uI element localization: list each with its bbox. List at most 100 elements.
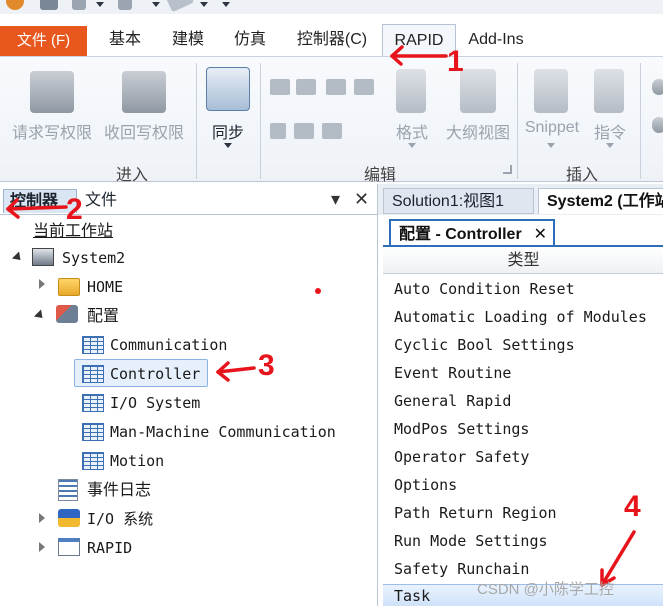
save-icon[interactable] — [40, 0, 58, 10]
controller-system-icon — [32, 248, 54, 266]
tab-controller-panel[interactable]: 控制器 — [3, 189, 77, 213]
annotation-dot — [315, 288, 321, 294]
sync-dropdown-icon[interactable] — [224, 143, 232, 148]
tab-modeling[interactable]: 建模 — [168, 24, 208, 56]
format-dropdown-icon[interactable] — [408, 143, 416, 148]
paste-icon — [322, 123, 342, 139]
type-row[interactable]: Auto Condition Reset — [394, 275, 575, 303]
tree-item-motion[interactable]: Motion — [110, 448, 164, 474]
quick-access-toolbar — [0, 0, 663, 14]
sync-button[interactable]: 同步 — [204, 119, 252, 143]
undo-icon[interactable] — [72, 0, 86, 10]
redo-dropdown-icon[interactable] — [152, 2, 160, 7]
group-separator — [517, 63, 518, 179]
tool-icon[interactable] — [165, 0, 195, 13]
request-write-button[interactable]: 请求写权限 — [8, 119, 96, 143]
current-station-link[interactable]: 当前工作站 — [33, 218, 113, 244]
config-topic-icon — [82, 336, 104, 354]
document-tab-strip: Solution1:视图1 System2 (工作站 — [378, 184, 663, 215]
type-row[interactable]: Run Mode Settings — [394, 527, 548, 555]
config-topic-icon — [82, 394, 104, 412]
tab-file[interactable]: 文件 (F) — [0, 26, 87, 56]
tab-controller[interactable]: 控制器(C) — [294, 24, 370, 56]
expand-system-icon[interactable] — [11, 251, 25, 264]
tree-item-rapid[interactable]: RAPID — [87, 535, 132, 561]
config-topic-icon — [82, 423, 104, 441]
tab-rapid[interactable]: RAPID — [382, 24, 456, 57]
redo-icon[interactable] — [118, 0, 132, 10]
snippet-button[interactable]: Snippet — [522, 119, 582, 137]
snippet-dropdown-icon[interactable] — [547, 143, 555, 148]
app-logo-icon[interactable] — [6, 0, 24, 10]
doc-tab-close-icon[interactable]: ✕ — [534, 221, 547, 248]
tree-item-config[interactable]: 配置 — [87, 303, 119, 329]
format-button[interactable]: 格式 — [388, 119, 436, 143]
outline-view-icon — [460, 69, 496, 113]
tree-item-io[interactable]: I/O 系统 — [87, 506, 153, 532]
overflow-icon — [652, 117, 663, 133]
tree-item-io-system[interactable]: I/O System — [110, 390, 200, 416]
tool-dropdown-icon[interactable] — [200, 2, 208, 7]
release-write-icon — [122, 71, 166, 113]
group-separator — [260, 63, 261, 179]
group-separator — [640, 63, 641, 179]
tree-item-system[interactable]: System2 — [62, 245, 125, 271]
tab-system2-station[interactable]: System2 (工作站 — [538, 188, 663, 214]
indent-icon — [270, 79, 290, 95]
format-icon — [396, 69, 426, 113]
request-write-icon — [30, 71, 74, 113]
instruction-button[interactable]: 指令 — [588, 119, 632, 143]
tree-item-communication[interactable]: Communication — [110, 332, 227, 358]
panel-close-icon[interactable]: ✕ — [354, 189, 369, 210]
edit-group-launcher-icon[interactable] — [503, 165, 512, 174]
type-row[interactable]: Operator Safety — [394, 443, 529, 471]
outdent-icon — [296, 79, 316, 95]
config-topic-icon — [82, 365, 104, 383]
group-label-access: 进入 — [115, 167, 148, 184]
undo-dropdown-icon[interactable] — [96, 2, 104, 7]
rapid-window-icon — [58, 538, 80, 556]
tab-config-controller[interactable]: 配置 - Controller ✕ — [389, 219, 555, 246]
cut-icon — [270, 123, 286, 139]
tree-item-event-log[interactable]: 事件日志 — [87, 477, 151, 503]
expand-rapid-icon[interactable] — [39, 542, 47, 552]
tree-item-man-machine[interactable]: Man-Machine Communication — [110, 419, 336, 445]
expand-io-icon[interactable] — [39, 513, 47, 523]
type-row[interactable]: Event Routine — [394, 359, 511, 387]
uncomment-icon — [354, 79, 374, 95]
tab-home[interactable]: 基本 — [105, 24, 145, 56]
type-column-header[interactable]: 类型 — [383, 247, 663, 274]
type-row-task[interactable]: Task — [394, 583, 430, 606]
tree-item-controller[interactable]: Controller — [110, 361, 200, 387]
tree-item-home[interactable]: HOME — [87, 274, 123, 300]
folder-icon — [58, 278, 80, 296]
comment-icon — [326, 79, 346, 95]
type-row[interactable]: General Rapid — [394, 387, 511, 415]
customize-qat-icon[interactable] — [222, 2, 230, 7]
tab-addins[interactable]: Add-Ins — [466, 24, 526, 56]
instruction-icon — [594, 69, 624, 113]
panel-menu-icon[interactable]: ▾ — [331, 189, 340, 210]
type-row[interactable]: Options — [394, 471, 457, 499]
overflow-icon — [652, 79, 663, 95]
group-separator — [196, 63, 197, 179]
expand-config-icon[interactable] — [33, 309, 47, 322]
type-row[interactable]: Automatic Loading of Modules — [394, 303, 647, 331]
ribbon: 请求写权限 收回写权限 同步 进入 格式 大纲视图 编辑 Snippet 指令 … — [0, 56, 663, 184]
outline-view-button[interactable]: 大纲视图 — [442, 119, 514, 143]
tab-solution-view[interactable]: Solution1:视图1 — [383, 188, 534, 214]
release-write-button[interactable]: 收回写权限 — [100, 119, 188, 143]
expand-home-icon[interactable] — [39, 279, 47, 289]
ribbon-tab-bar: 文件 (F) 基本 建模 仿真 控制器(C) RAPID Add-Ins — [0, 14, 663, 57]
type-row[interactable]: Path Return Region — [394, 499, 557, 527]
tab-simulation[interactable]: 仿真 — [230, 24, 270, 56]
configuration-icon — [56, 305, 78, 323]
watermark: CSDN @小陈学工控 — [477, 581, 614, 598]
group-label-insert: 插入 — [565, 167, 598, 184]
tab-files-panel[interactable]: 文件 — [79, 189, 123, 213]
snippet-icon — [534, 69, 568, 113]
type-row[interactable]: Cyclic Bool Settings — [394, 331, 575, 359]
instruction-dropdown-icon[interactable] — [606, 143, 614, 148]
type-row[interactable]: ModPos Settings — [394, 415, 529, 443]
group-label-edit: 编辑 — [363, 167, 396, 184]
